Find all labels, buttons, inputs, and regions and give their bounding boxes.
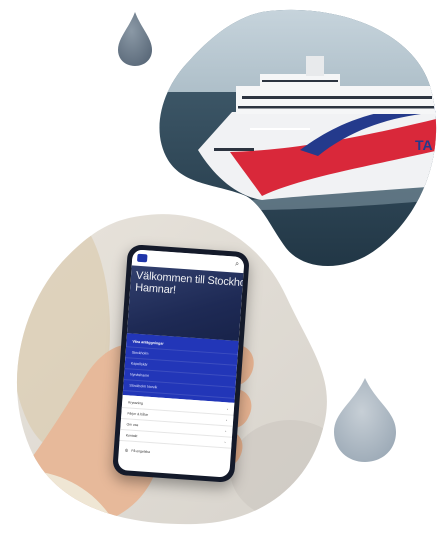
site-logo [136,253,148,263]
chevron-right-icon: › [225,429,227,434]
chevron-right-icon: › [225,418,228,423]
smartphone: ⌕ Välkommen till Stockholms Hamnar! Våra… [112,244,250,483]
hero-title: Välkommen till Stockholms Hamnar! [134,269,244,297]
water-drop-icon [118,12,152,66]
list-item-label: Kryssning [128,400,144,406]
chevron-right-icon: › [226,407,229,412]
globe-icon: ◍ [124,447,129,453]
phone-screen: ⌕ Välkommen till Stockholms Hamnar! Våra… [117,249,245,478]
hero-banner: Välkommen till Stockholms Hamnar! [126,265,244,341]
language-label: På engelska [131,448,151,454]
water-drop-icon [334,378,396,462]
logo-mark-icon [136,253,148,263]
svg-text:TA: TA [415,137,433,153]
list-item-label: Kontakt [125,433,138,439]
list-item-label: Färjor & båtar [127,411,149,417]
search-icon[interactable]: ⌕ [235,261,239,269]
list-item-label: Om oss [126,422,139,428]
facilities-menu: Våra anläggningar Stockholm Kapellskär N… [122,333,239,403]
chevron-right-icon: › [224,440,226,445]
nav-list: Kryssning › Färjor & båtar › Om oss › Konta… [119,395,235,451]
